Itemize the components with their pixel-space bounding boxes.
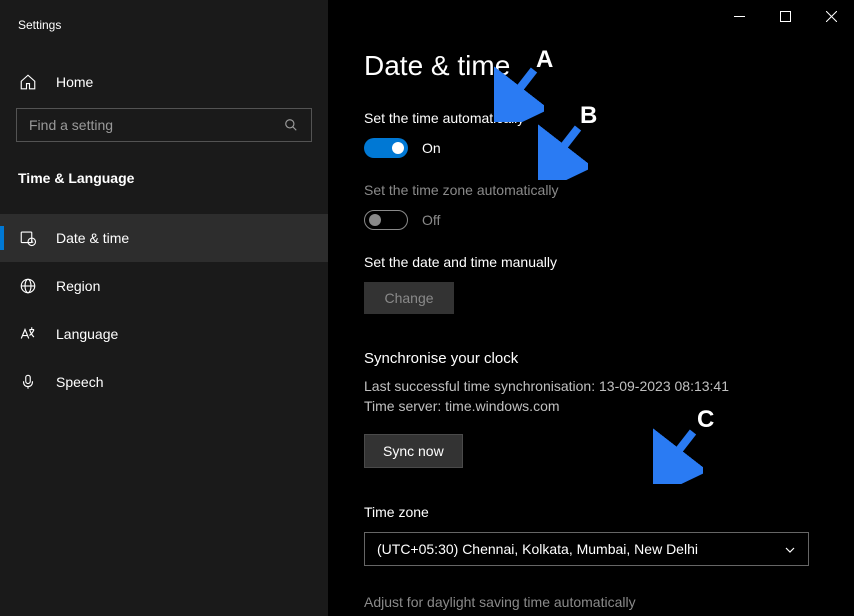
sidebar-item-date-time[interactable]: Date & time — [0, 214, 328, 262]
sidebar-item-region[interactable]: Region — [0, 262, 328, 310]
sidebar-item-label: Speech — [56, 374, 103, 390]
calendar-clock-icon — [18, 228, 38, 248]
auto-tz-toggle-row: Off — [364, 210, 818, 230]
timezone-dropdown[interactable]: (UTC+05:30) Chennai, Kolkata, Mumbai, Ne… — [364, 532, 809, 566]
manual-label: Set the date and time manually — [364, 254, 818, 270]
auto-time-toggle[interactable] — [364, 138, 408, 158]
auto-time-label: Set the time automatically — [364, 110, 818, 126]
sync-server-line: Time server: time.windows.com — [364, 397, 818, 417]
timezone-value: (UTC+05:30) Chennai, Kolkata, Mumbai, Ne… — [377, 541, 784, 557]
globe-icon — [18, 276, 38, 296]
sidebar-item-label: Region — [56, 278, 100, 294]
daylight-label: Adjust for daylight saving time automati… — [364, 594, 818, 610]
sidebar-item-label: Language — [56, 326, 118, 342]
minimize-button[interactable] — [716, 0, 762, 32]
section-title: Time & Language — [0, 170, 328, 186]
change-button[interactable]: Change — [364, 282, 454, 314]
search-icon — [283, 117, 299, 133]
sync-now-button[interactable]: Sync now — [364, 434, 463, 468]
auto-time-toggle-row: On — [364, 138, 818, 158]
sidebar-item-speech[interactable]: Speech — [0, 358, 328, 406]
auto-tz-label: Set the time zone automatically — [364, 182, 818, 198]
search-field[interactable] — [29, 117, 283, 133]
auto-tz-state: Off — [422, 212, 440, 228]
titlebar — [328, 0, 854, 32]
search-input[interactable] — [16, 108, 312, 142]
home-nav[interactable]: Home — [0, 72, 328, 92]
close-button[interactable] — [808, 0, 854, 32]
content: Date & time Set the time automatically O… — [328, 32, 854, 616]
timezone-label: Time zone — [364, 504, 818, 520]
home-icon — [18, 72, 38, 92]
main-content: Date & time Set the time automatically O… — [328, 0, 854, 616]
home-label: Home — [56, 74, 93, 90]
page-title: Date & time — [364, 50, 818, 82]
sync-info: Last successful time synchronisation: 13… — [364, 377, 818, 416]
app-title: Settings — [0, 18, 328, 32]
sync-heading: Synchronise your clock — [364, 350, 818, 367]
sidebar-item-language[interactable]: Language — [0, 310, 328, 358]
sync-last-line: Last successful time synchronisation: 13… — [364, 377, 818, 397]
auto-time-state: On — [422, 140, 441, 156]
microphone-icon — [18, 372, 38, 392]
sidebar: Settings Home Time & Language Date & tim… — [0, 0, 328, 616]
chevron-down-icon — [784, 543, 796, 555]
auto-tz-toggle[interactable] — [364, 210, 408, 230]
sidebar-item-label: Date & time — [56, 230, 129, 246]
language-icon — [18, 324, 38, 344]
maximize-button[interactable] — [762, 0, 808, 32]
